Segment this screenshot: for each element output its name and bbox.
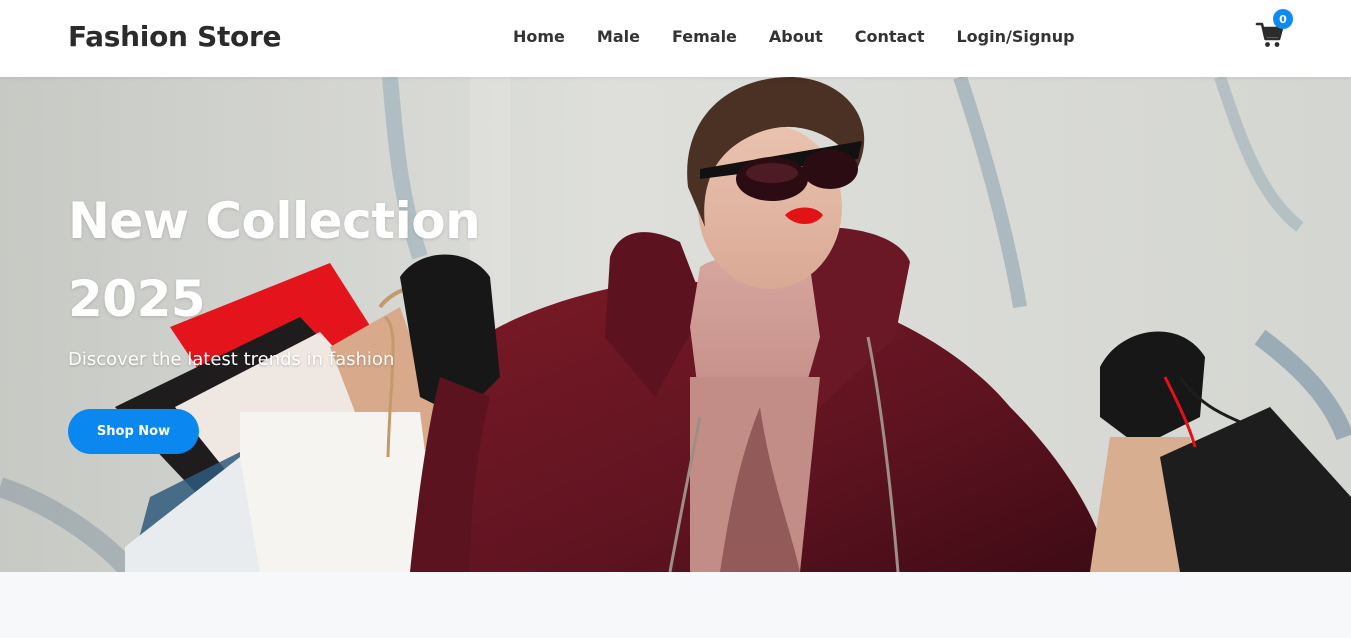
hero-subtitle: Discover the latest trends in fashion [68, 349, 395, 370]
nav-about-link[interactable]: About [769, 27, 823, 46]
nav-home-link[interactable]: Home [513, 27, 565, 46]
hero-title-line1: New Collection [68, 192, 481, 250]
nav-female-link[interactable]: Female [672, 27, 737, 46]
nav-male-link[interactable]: Male [597, 27, 640, 46]
main-nav: Home Male Female About Contact Login/Sig… [513, 27, 1075, 46]
top-navbar: Fashion Store Home Male Female About Con… [0, 0, 1351, 77]
nav-contact-link[interactable]: Contact [855, 27, 925, 46]
hero-title: New Collection 2025 [68, 182, 481, 338]
content-section [0, 572, 1351, 638]
shop-now-button[interactable]: Shop Now [68, 409, 199, 454]
cart-count-badge: 0 [1273, 9, 1293, 29]
hero-banner: New Collection 2025 Discover the latest … [0, 77, 1351, 572]
brand-logo[interactable]: Fashion Store [68, 20, 281, 53]
hero-title-line2: 2025 [68, 270, 206, 328]
nav-login-signup-link[interactable]: Login/Signup [956, 27, 1074, 46]
